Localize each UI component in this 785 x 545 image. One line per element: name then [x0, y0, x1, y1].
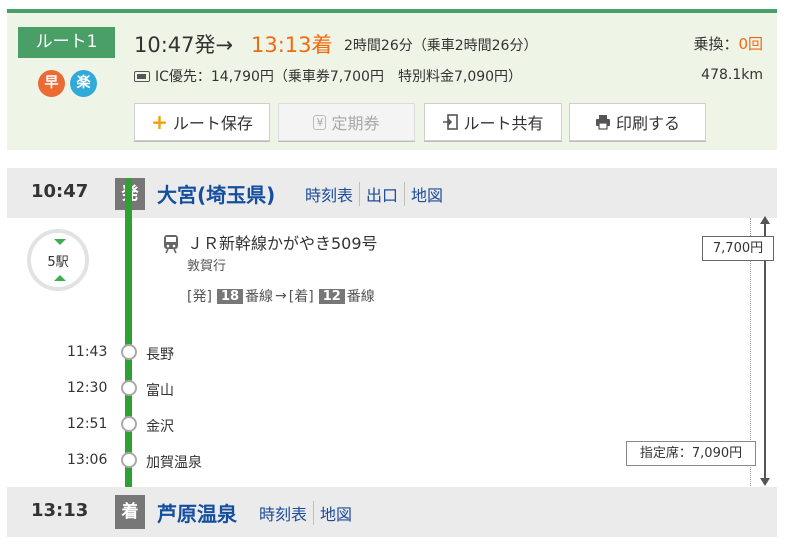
stop-time: 13:06: [67, 452, 108, 468]
departure-station-bar: 10:47 発 大宮(埼玉県) 時刻表 出口 地図: [7, 168, 777, 218]
yen-icon: ¥: [313, 114, 327, 130]
triangle-up-icon: [54, 275, 66, 281]
share-route-button[interactable]: ルート共有: [424, 103, 562, 141]
station-count: 5駅: [47, 255, 69, 270]
save-route-label: ルート保存: [172, 114, 253, 133]
map-link[interactable]: 地図: [313, 501, 358, 525]
station-count-toggle[interactable]: 5駅: [27, 229, 89, 291]
save-route-button[interactable]: + ルート保存: [134, 103, 270, 141]
print-label: 印刷する: [615, 114, 680, 133]
timetable-link[interactable]: 時刻表: [259, 501, 313, 525]
stop-marker: [121, 452, 137, 468]
fast-badge-icon: 早: [38, 70, 65, 97]
route-line: [125, 178, 132, 498]
print-button[interactable]: 印刷する: [569, 103, 706, 141]
dep-track-prefix: [発]: [187, 289, 212, 305]
arrival-station-bar: 13:13 着 芦原温泉 時刻表 地図: [7, 487, 777, 537]
distance: 478.1km: [701, 67, 763, 83]
track-arrow: →: [275, 288, 287, 304]
ic-card-icon: [134, 70, 150, 82]
train-icon: [164, 235, 178, 254]
stop-name: 加賀温泉: [146, 455, 202, 471]
timetable-link[interactable]: 時刻表: [305, 182, 359, 206]
plus-icon: +: [151, 110, 168, 134]
map-link[interactable]: 地図: [404, 182, 449, 206]
exit-link[interactable]: 出口: [359, 182, 404, 206]
stop-name: 金沢: [146, 419, 174, 435]
arrival-station-links: 時刻表 地図: [259, 501, 358, 525]
stop-marker: [121, 416, 137, 432]
departure-time: 10:47発→: [134, 33, 234, 57]
stop-name: 長野: [146, 347, 174, 363]
easy-badge-icon: 楽: [70, 70, 97, 97]
transfer-count: 乗換：0回: [693, 33, 763, 54]
stop-time: 11:43: [67, 344, 108, 360]
share-icon: [442, 114, 459, 130]
track-info: [発] 18 番線 → [着] 12 番線: [187, 286, 375, 306]
fare-amount: 7,700円: [702, 236, 774, 261]
stop-marker: [121, 380, 137, 396]
arr-track-prefix: [着]: [288, 289, 314, 305]
route-label: ルート1: [18, 27, 115, 58]
share-route-label: ルート共有: [463, 114, 544, 133]
commuter-pass-button[interactable]: ¥ 定期券: [278, 103, 415, 141]
arrival-station-time: 13:13: [31, 500, 89, 521]
dep-track-suffix: 番線: [245, 289, 274, 305]
arrow-down-icon: [760, 478, 770, 486]
duration: 2時間26分（乗車2時間26分）: [344, 38, 538, 54]
arrival-time: 13:13着: [251, 33, 333, 57]
stop-marker: [121, 344, 137, 360]
departure-station-links: 時刻表 出口 地図: [305, 182, 449, 206]
ic-fare-text: IC優先：14,790円（乗車券7,700円 特別料金7,090円）: [155, 69, 523, 85]
transfer-label: 乗換：: [693, 35, 739, 53]
arrival-marker: 着: [115, 495, 145, 529]
stop-time: 12:51: [67, 416, 108, 432]
route-summary: ルート1 早 楽 10:47発→ 13:13着 2時間26分（乗車2時間26分）…: [7, 9, 777, 150]
triangle-down-icon: [54, 239, 66, 245]
printer-icon: [595, 114, 611, 130]
stop-time: 12:30: [67, 380, 108, 396]
stop-name: 富山: [146, 383, 174, 399]
train-name[interactable]: ＪＲ新幹線かがやき509号: [187, 230, 378, 254]
fare-summary: IC優先：14,790円（乗車券7,700円 特別料金7,090円）: [134, 66, 522, 86]
departure-station-time: 10:47: [31, 181, 89, 202]
reserved-seat-fare: 指定席：7,090円: [626, 441, 756, 466]
arr-track-number: 12: [318, 288, 345, 304]
arr-track-suffix: 番線: [346, 289, 375, 305]
arrival-station-name[interactable]: 芦原温泉: [157, 498, 237, 527]
dep-track-number: 18: [216, 288, 244, 304]
commuter-pass-label: 定期券: [331, 114, 380, 133]
transfer-value: 0回: [738, 35, 763, 53]
departure-station-name[interactable]: 大宮(埼玉県): [157, 179, 275, 208]
train-destination: 敦賀行: [187, 259, 227, 274]
